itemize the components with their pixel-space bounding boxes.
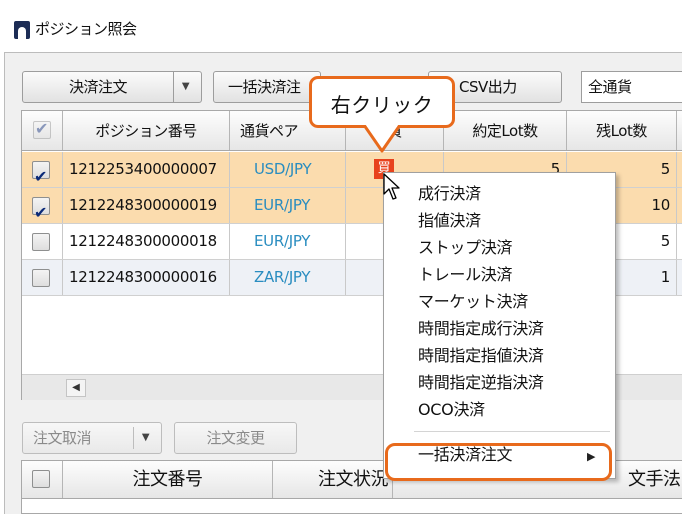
callout-pointer [362, 125, 402, 153]
csv-output-label: CSV出力 [459, 78, 517, 96]
col-order-status[interactable]: 注文状況 [273, 461, 393, 498]
position-id: 1212248300000016 [63, 260, 230, 295]
currency-pair: EUR/JPY [230, 188, 346, 223]
row-checkbox[interactable] [32, 269, 50, 287]
currency-pair: USD/JPY [230, 152, 346, 187]
menu-item-limit-settle[interactable]: 指値決済 [418, 208, 481, 234]
chevron-down-icon[interactable]: ▼ [133, 427, 157, 449]
row-checkbox[interactable] [32, 195, 50, 223]
currency-pair: EUR/JPY [230, 224, 346, 259]
submenu-highlight [385, 443, 612, 481]
row-checkbox[interactable] [32, 233, 50, 251]
menu-item-market-order-settle[interactable]: マーケット決済 [418, 289, 528, 315]
context-menu: 成行決済 指値決済 ストップ決済 トレール決済 マーケット決済 時間指定成行決済… [383, 172, 616, 479]
menu-item-timed-limit-settle[interactable]: 時間指定指値決済 [418, 343, 544, 369]
currency-pair: ZAR/JPY [230, 260, 346, 295]
bulk-settle-button[interactable]: 一括決済注 [213, 71, 321, 103]
menu-item-stop-settle[interactable]: ストップ決済 [418, 235, 513, 261]
row-check-cell [22, 224, 63, 259]
app-logo-icon [14, 21, 30, 39]
menu-item-oco-settle[interactable]: OCO決済 [418, 397, 485, 423]
col-order-method[interactable]: 文手法 [622, 461, 682, 498]
scroll-left-icon[interactable]: ◀ [66, 379, 86, 397]
position-id: 1212248300000019 [63, 188, 230, 223]
position-id: 1212248300000018 [63, 224, 230, 259]
col-remaining-lot[interactable]: 残Lot数 [567, 111, 677, 150]
col-exec-lot[interactable]: 約定Lot数 [444, 111, 567, 150]
menu-divider [414, 431, 610, 432]
orders-select-all-cell [22, 461, 63, 498]
row-check-cell [22, 152, 63, 187]
currency-filter-select[interactable]: 全通貨 [581, 71, 682, 103]
col-order-number[interactable]: 注文番号 [63, 461, 273, 498]
chevron-down-icon[interactable]: ▼ [173, 72, 197, 102]
cancel-order-label: 注文取消 [33, 429, 92, 447]
orders-select-all-checkbox[interactable] [32, 470, 50, 488]
right-click-callout: 右クリック [309, 76, 455, 128]
row-check-cell [22, 260, 63, 295]
select-all-checkbox[interactable] [33, 119, 51, 139]
select-all-cell [22, 111, 63, 150]
menu-item-timed-market-settle[interactable]: 時間指定成行決済 [418, 316, 544, 342]
col-position-number[interactable]: ポジション番号 [63, 111, 230, 150]
menu-item-trail-settle[interactable]: トレール決済 [418, 262, 513, 288]
position-id: 1212253400000007 [63, 152, 230, 187]
mouse-cursor-icon [383, 173, 400, 200]
cancel-order-button[interactable]: 注文取消 ▼ [22, 422, 162, 454]
menu-item-timed-stop-settle[interactable]: 時間指定逆指決済 [418, 370, 544, 396]
menu-item-market-settle[interactable]: 成行決済 [418, 181, 481, 207]
settle-order-label: 決済注文 [68, 78, 128, 96]
row-check-cell [22, 188, 63, 223]
callout-text: 右クリック [330, 93, 434, 117]
change-order-button[interactable]: 注文変更 [174, 422, 297, 454]
settle-order-button[interactable]: 決済注文 ▼ [22, 71, 202, 103]
window-title: ポジション照会 [35, 20, 137, 38]
row-checkbox[interactable] [32, 159, 50, 187]
